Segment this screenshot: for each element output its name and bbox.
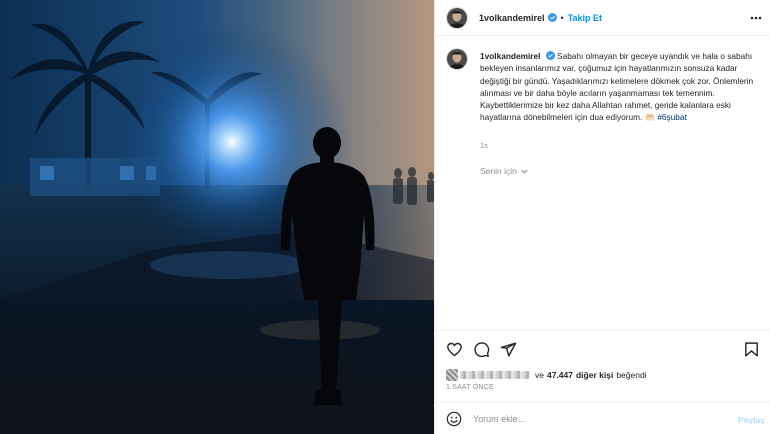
avatar-image — [447, 49, 467, 69]
emoji-icon[interactable] — [446, 411, 462, 427]
caption-username[interactable]: 1volkandemirel — [480, 51, 540, 61]
post-detail-panel: 1volkandemirel • Takip Et 1volkandemirel… — [434, 0, 770, 434]
share-icon[interactable] — [500, 341, 517, 358]
chevron-down-icon — [521, 169, 528, 174]
caption-timestamp[interactable]: 1s — [480, 141, 488, 150]
likes-suffix: beğendi — [616, 370, 647, 380]
caption-emoji: 🤲🏻 — [644, 112, 655, 123]
caption-text: Sabahı olmayan bir geceye uyandık ve hal… — [480, 51, 754, 123]
more-horizontal-icon[interactable] — [749, 11, 763, 25]
actions-section: ve 47.447 diğer kişi beğendi 1 saat önce… — [435, 330, 770, 434]
caption-avatar[interactable] — [446, 48, 468, 70]
night-fog-photo — [0, 0, 434, 434]
verified-badge-icon — [545, 51, 555, 60]
comment-input[interactable] — [473, 414, 713, 424]
username-link[interactable]: 1volkandemirel — [479, 13, 545, 23]
avatar-image — [447, 7, 467, 28]
comment-bar: Paylaş — [435, 402, 770, 434]
follow-button[interactable]: Takip Et — [568, 13, 602, 23]
heart-icon[interactable] — [446, 341, 463, 358]
caption-text-block: 1volkandemirel Sabahı olmayan bir geceye… — [480, 50, 762, 124]
avatar[interactable] — [446, 6, 468, 29]
liker-avatars-blurred — [446, 368, 532, 382]
post-photo[interactable] — [0, 0, 434, 434]
verified-badge-icon — [547, 13, 557, 22]
likes-prefix: ve — [535, 370, 544, 380]
likes-others-label: diğer kişi — [575, 370, 614, 380]
comment-icon[interactable] — [473, 341, 490, 358]
likes-count: 47.447 — [546, 370, 573, 380]
post-timestamp[interactable]: 1 saat önce — [446, 384, 494, 391]
translation-toggle[interactable]: Senin için — [480, 166, 529, 176]
separator-dot: • — [560, 12, 564, 23]
hashtag-link[interactable]: #6şubat — [657, 112, 687, 122]
likes-summary[interactable]: ve 47.447 diğer kişi beğendi — [446, 368, 647, 382]
post-comment-button[interactable]: Paylaş — [738, 415, 765, 425]
action-icons — [446, 341, 527, 358]
bookmark-icon[interactable] — [743, 341, 760, 358]
translation-label: Senin için — [480, 166, 517, 176]
post-header: 1volkandemirel • Takip Et — [435, 0, 770, 36]
